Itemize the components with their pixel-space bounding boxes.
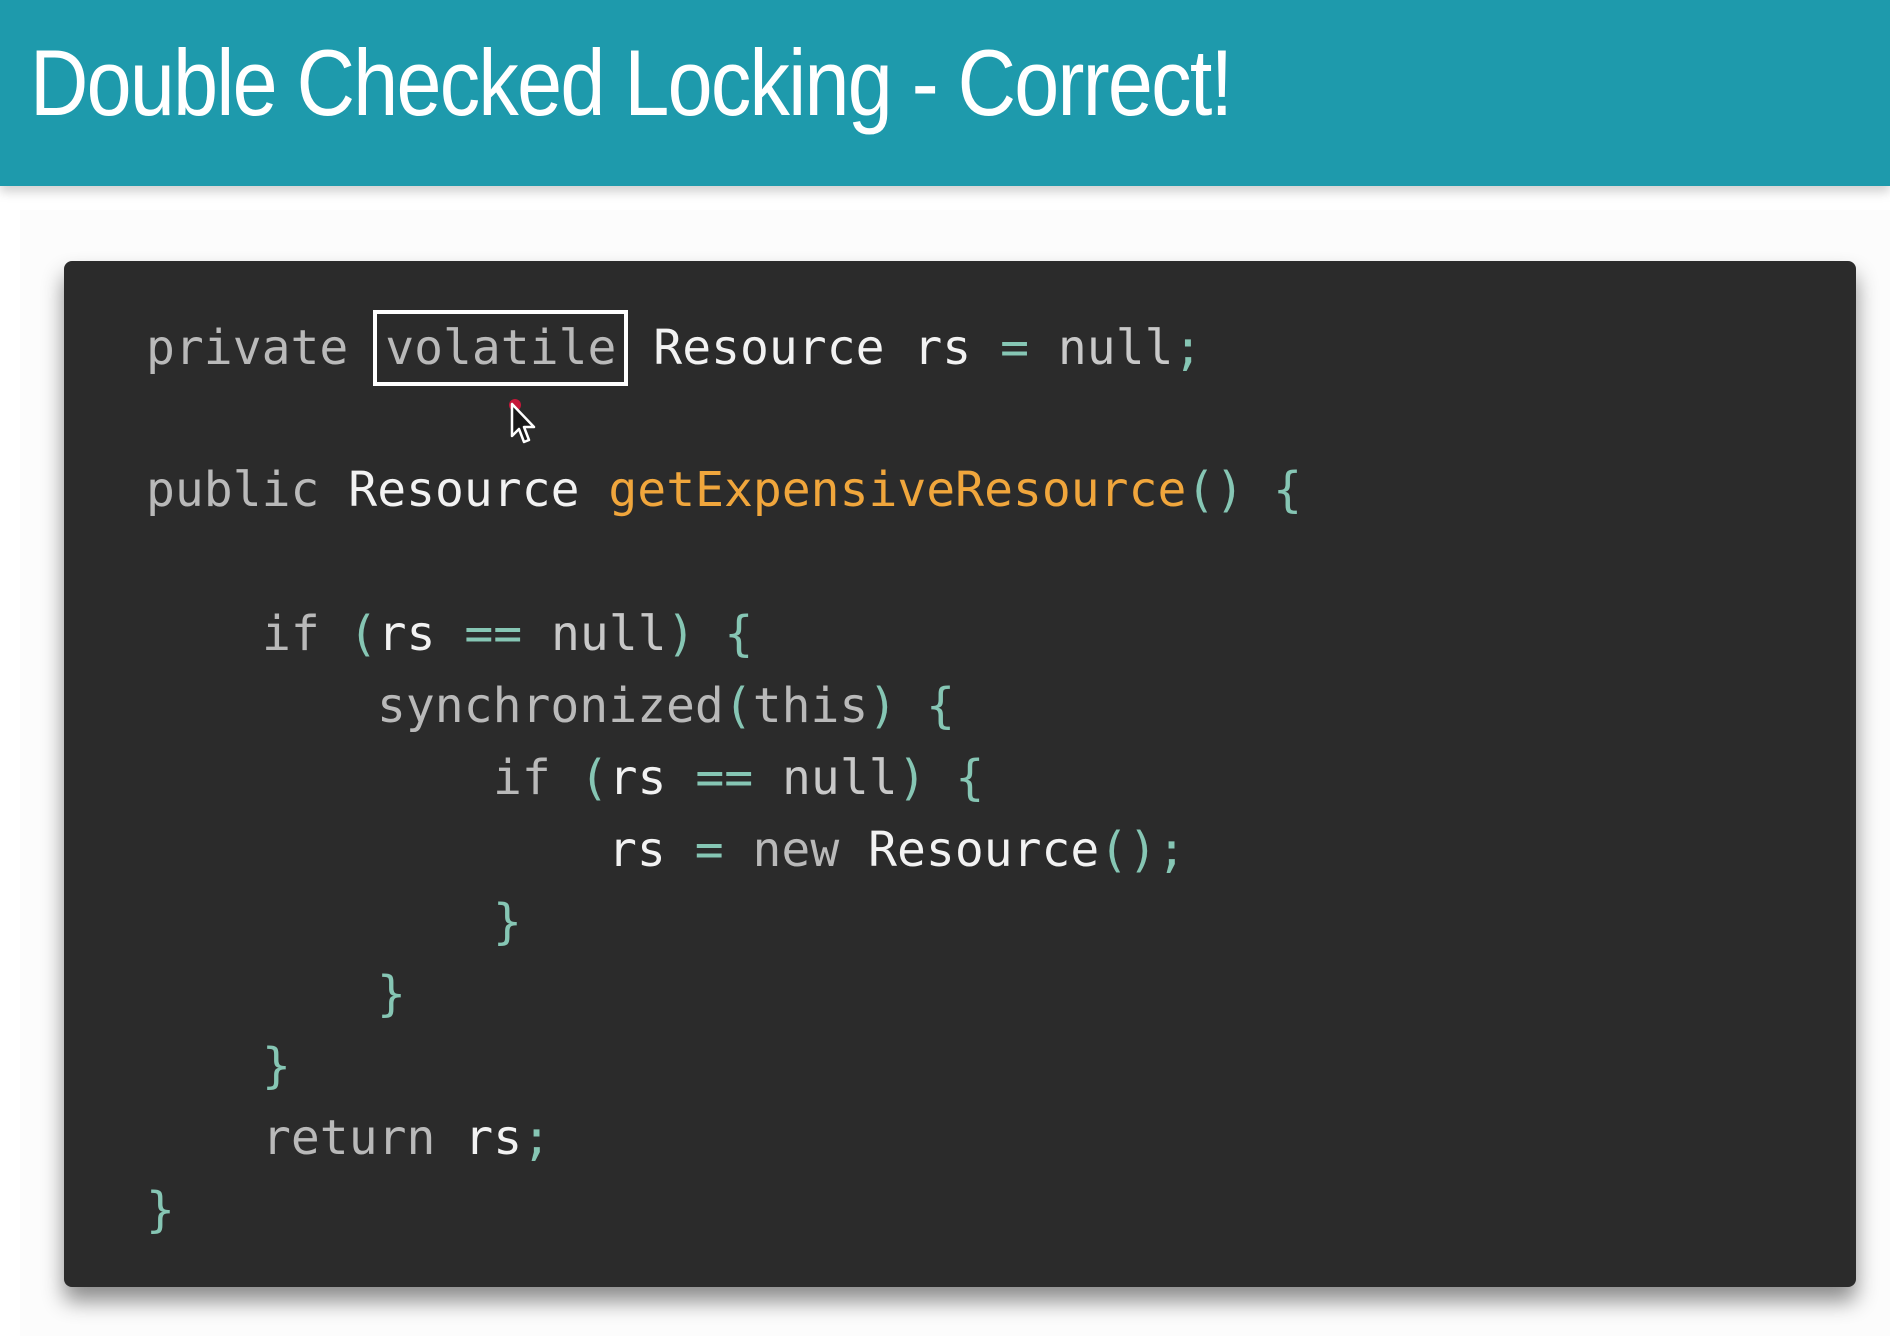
keyword-new: new <box>752 822 840 878</box>
keyword-synchronized: synchronized <box>377 678 724 734</box>
code-line-field-declaration: private volatile Resource rs = null; <box>146 310 1203 386</box>
open-brace: { <box>926 678 955 734</box>
literal-null: null <box>551 606 667 662</box>
keyword-private: private <box>146 320 349 376</box>
code-line-assignment: rs = new Resource(); <box>608 814 1186 886</box>
mouse-pointer-icon <box>509 399 536 444</box>
variable-rs: rs <box>608 822 666 878</box>
literal-null: null <box>782 750 898 806</box>
open-brace: { <box>724 606 754 662</box>
code-line-method-signature: public Resource getExpensiveResource() { <box>146 454 1302 526</box>
open-paren: ( <box>348 606 378 662</box>
variable-rs: rs <box>377 606 436 662</box>
code-line-synchronized: synchronized(this) { <box>377 670 955 742</box>
type-resource: Resource <box>348 462 580 518</box>
variable-rs: rs <box>464 1110 523 1166</box>
close-paren: ) <box>868 678 898 734</box>
literal-null: null <box>1057 320 1174 376</box>
keyword-if: if <box>493 750 551 806</box>
close-brace: } <box>146 1182 175 1238</box>
assign-operator: = <box>1000 320 1029 376</box>
type-resource: Resource <box>868 822 1100 878</box>
open-brace: { <box>1273 462 1302 518</box>
close-paren: ) <box>666 606 696 662</box>
open-paren: ( <box>579 750 609 806</box>
code-line-close-method: } <box>146 1174 175 1246</box>
keyword-public: public <box>146 462 320 518</box>
code-line-close-inner-if: } <box>493 886 522 958</box>
variable-rs: rs <box>913 320 972 376</box>
open-paren: ( <box>723 678 753 734</box>
code-line-inner-if: if (rs == null) { <box>493 742 984 814</box>
close-brace: } <box>262 1038 291 1094</box>
slide: Double Checked Locking - Correct! privat… <box>0 0 1890 1336</box>
variable-rs: rs <box>608 750 667 806</box>
equality-operator: == <box>464 606 523 662</box>
code-line-return: return rs; <box>262 1102 551 1174</box>
volatile-highlight-box: volatile <box>373 310 629 386</box>
parentheses: () <box>1186 462 1245 518</box>
slide-title: Double Checked Locking - Correct! <box>30 30 1233 135</box>
keyword-if: if <box>262 606 320 662</box>
semicolon: ; <box>1173 320 1203 376</box>
semicolon: ; <box>1157 822 1187 878</box>
method-name: getExpensiveResource <box>608 462 1187 518</box>
keyword-return: return <box>262 1110 436 1166</box>
keyword-this: this <box>752 678 869 734</box>
close-brace: } <box>493 894 522 950</box>
code-line-outer-if: if (rs == null) { <box>262 598 753 670</box>
equality-operator: == <box>695 750 754 806</box>
code-line-close-outer-if: } <box>262 1030 291 1102</box>
open-brace: { <box>955 750 985 806</box>
title-bar: Double Checked Locking - Correct! <box>0 0 1890 186</box>
close-paren: ) <box>897 750 927 806</box>
type-resource: Resource <box>653 320 885 376</box>
close-brace: } <box>377 966 406 1022</box>
parentheses: () <box>1099 822 1158 878</box>
assign-operator: = <box>694 822 724 878</box>
keyword-volatile: volatile <box>385 320 617 376</box>
code-line-close-synchronized: } <box>377 958 406 1030</box>
semicolon: ; <box>522 1110 551 1166</box>
